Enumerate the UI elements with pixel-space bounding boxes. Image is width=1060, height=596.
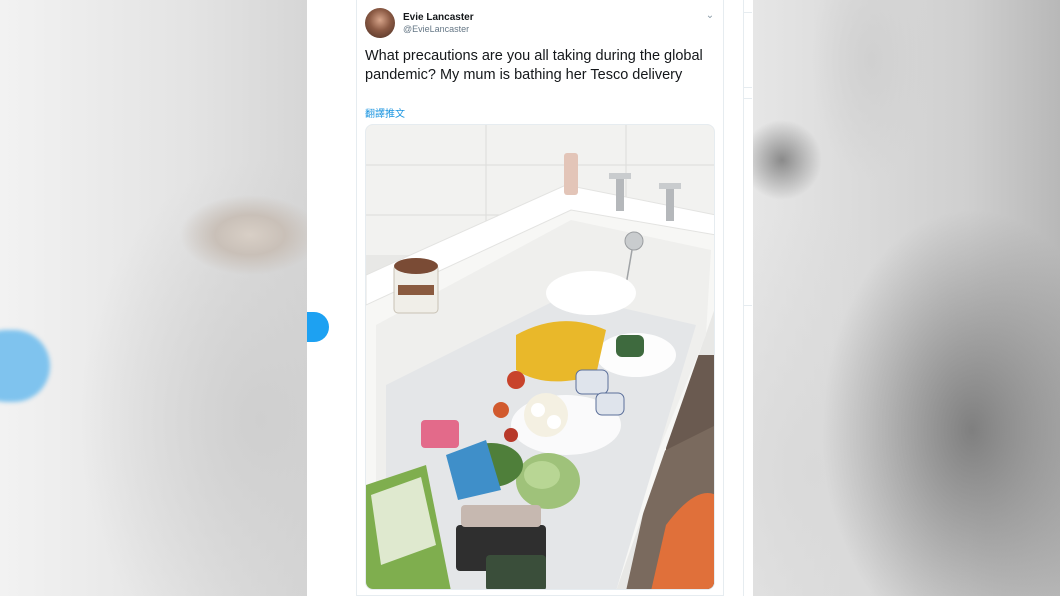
tweet-text: What precautions are you all taking duri… [365, 48, 703, 83]
blurred-background-left [0, 0, 307, 596]
translate-tweet-link[interactable]: 翻譯推文 [365, 105, 405, 120]
user-handle[interactable]: @EvieLancaster [403, 24, 469, 34]
tweet-photo[interactable] [365, 124, 715, 590]
tweet-card[interactable]: Evie Lancaster @EvieLancaster ⌄ What pre… [356, 0, 724, 596]
side-card [744, 98, 752, 306]
side-panel-edge [743, 0, 753, 596]
chevron-down-icon[interactable]: ⌄ [704, 10, 716, 22]
bathtub-photo [366, 125, 714, 589]
blurred-background-right [752, 0, 1060, 596]
avatar[interactable] [365, 8, 395, 38]
side-card [744, 12, 752, 88]
display-name[interactable]: Evie Lancaster [403, 12, 474, 23]
blurred-blue-bubble [0, 330, 50, 402]
